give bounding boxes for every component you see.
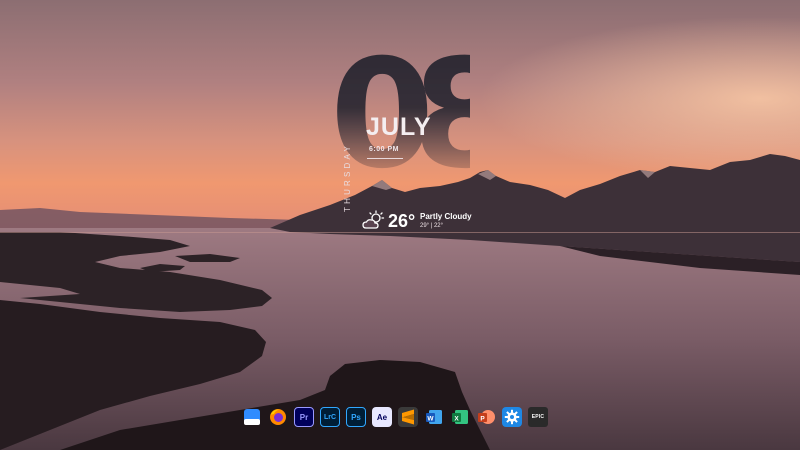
word-icon: W [426, 410, 442, 424]
firefox-icon [270, 409, 286, 425]
svg-text:W: W [427, 416, 434, 423]
lightroom-classic-icon: LrC [323, 413, 337, 421]
app-dock: Pr LrC Ps Ae W X P EPIC [242, 405, 548, 429]
dock-app-excel[interactable]: X [450, 407, 470, 427]
dock-app-files[interactable] [242, 407, 262, 427]
dock-app-powerpoint[interactable]: P [476, 407, 496, 427]
svg-text:P: P [480, 416, 485, 423]
powerpoint-icon: P [478, 410, 495, 424]
dock-app-firefox[interactable] [268, 407, 288, 427]
dock-app-settings[interactable] [502, 407, 522, 427]
photoshop-icon: Ps [351, 412, 361, 422]
dock-app-lightroom-classic[interactable]: LrC [320, 407, 340, 427]
dock-app-word[interactable]: W [424, 407, 444, 427]
epic-games-icon: EPIC [531, 414, 545, 420]
dock-app-photoshop[interactable]: Ps [346, 407, 366, 427]
after-effects-icon: Ae [376, 412, 388, 422]
svg-text:X: X [454, 416, 459, 423]
dock-app-epic-games[interactable]: EPIC [528, 407, 548, 427]
dock-app-premiere-pro[interactable]: Pr [294, 407, 314, 427]
desktop-wallpaper [0, 0, 800, 450]
dock-app-after-effects[interactable]: Ae [372, 407, 392, 427]
dock-app-sublime-text[interactable] [398, 407, 418, 427]
premiere-pro-icon: Pr [299, 412, 309, 422]
excel-icon: X [452, 410, 468, 424]
gear-icon [504, 409, 520, 425]
sublime-text-icon [402, 409, 414, 425]
folder-icon [244, 409, 260, 425]
